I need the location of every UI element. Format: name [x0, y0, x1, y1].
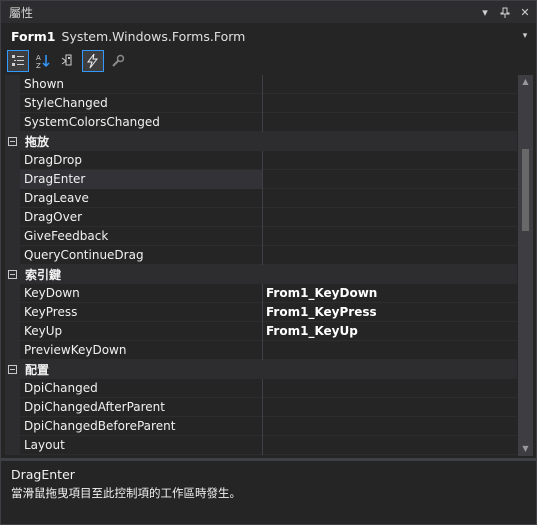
property-value[interactable]: From1_KeyUp [263, 322, 517, 341]
property-pages-button[interactable] [107, 50, 129, 72]
object-selector[interactable]: Form1 System.Windows.Forms.Form ▾ [5, 25, 532, 47]
property-name: DpiChanged [20, 378, 263, 398]
category-label: 索引鍵 [25, 268, 62, 282]
properties-toolbar: A Z [7, 49, 129, 73]
property-row[interactable]: KeyPress From1_KeyPress [5, 302, 517, 322]
property-name: DpiChangedAfterParent [20, 397, 263, 417]
property-name: Layout [20, 435, 263, 455]
vertical-scrollbar[interactable]: ▲ ▼ [518, 75, 533, 456]
description-panel: DragEnter 當滑鼠拖曳項目至此控制項的工作區時發生。 [1, 461, 536, 524]
collapse-icon[interactable] [5, 365, 20, 374]
alphabetical-icon: A Z [36, 54, 50, 69]
property-value[interactable] [263, 227, 517, 246]
lightning-icon [87, 53, 99, 69]
property-name: KeyDown [20, 283, 263, 303]
property-value[interactable]: From1_KeyDown [263, 284, 517, 303]
property-value[interactable] [263, 341, 517, 360]
property-name: DpiChangedBeforeParent [20, 416, 263, 436]
window-options-dropdown-icon[interactable]: ▾ [476, 3, 494, 21]
properties-icon [61, 54, 72, 66]
property-name: DragLeave [20, 188, 263, 208]
svg-text:A: A [36, 54, 41, 62]
object-type: System.Windows.Forms.Form [61, 28, 246, 44]
object-name: Form1 [11, 28, 56, 44]
property-row[interactable]: QueryContinueDrag [5, 245, 517, 265]
scroll-thumb[interactable] [522, 149, 529, 231]
category-label: 配置 [25, 363, 50, 377]
collapse-icon[interactable] [5, 137, 20, 146]
property-value[interactable] [263, 94, 517, 113]
svg-text:Z: Z [36, 62, 41, 69]
property-row[interactable]: DragDrop [5, 150, 517, 170]
property-name: StyleChanged [20, 93, 263, 113]
property-value[interactable]: From1_KeyPress [263, 303, 517, 322]
property-grid: Shown StyleChanged SystemColorsChanged 拖… [5, 75, 517, 456]
property-value[interactable] [263, 436, 517, 455]
category-header-key[interactable]: 索引鍵 [5, 265, 517, 284]
alphabetical-button[interactable]: A Z [32, 50, 54, 72]
property-value[interactable] [263, 75, 517, 94]
close-icon[interactable]: ✕ [516, 3, 534, 21]
property-value[interactable] [263, 398, 517, 417]
scroll-up-icon[interactable]: ▲ [518, 75, 533, 89]
category-header-layout[interactable]: 配置 [5, 360, 517, 379]
property-row[interactable]: SystemColorsChanged [5, 112, 517, 132]
property-row[interactable]: DragLeave [5, 188, 517, 208]
description-text: 當滑鼠拖曳項目至此控制項的工作區時發生。 [11, 486, 241, 500]
wrench-icon [112, 54, 125, 67]
property-row[interactable]: Layout [5, 435, 517, 455]
property-row[interactable]: KeyUp From1_KeyUp [5, 321, 517, 341]
properties-button[interactable] [57, 50, 79, 72]
property-value[interactable] [263, 208, 517, 227]
description-title: DragEnter [11, 467, 75, 482]
property-name: GiveFeedback [20, 226, 263, 246]
collapse-icon[interactable] [5, 270, 20, 279]
pin-icon[interactable] [496, 3, 514, 21]
property-row[interactable]: GiveFeedback [5, 226, 517, 246]
title-bar: 屬性 ▾ ✕ [1, 1, 536, 23]
property-name: Shown [20, 75, 263, 94]
property-row[interactable]: DpiChangedAfterParent [5, 397, 517, 417]
property-name: DragOver [20, 207, 263, 227]
scroll-down-icon[interactable]: ▼ [518, 442, 533, 456]
property-name: KeyUp [20, 321, 263, 341]
property-value[interactable] [263, 417, 517, 436]
category-label: 拖放 [25, 135, 50, 149]
chevron-down-icon[interactable]: ▾ [518, 31, 532, 41]
properties-window: 屬性 ▾ ✕ Form1 System.Windows.Forms.Form ▾… [0, 0, 537, 525]
categorized-icon [12, 55, 24, 66]
property-name: KeyPress [20, 302, 263, 322]
category-header-dragdrop[interactable]: 拖放 [5, 132, 517, 151]
property-row-selected[interactable]: DragEnter [5, 169, 517, 189]
property-value[interactable] [263, 189, 517, 208]
events-button[interactable] [82, 50, 104, 72]
property-row[interactable]: StyleChanged [5, 93, 517, 113]
property-value[interactable] [263, 113, 517, 132]
property-value[interactable] [263, 379, 517, 398]
property-name: SystemColorsChanged [20, 112, 263, 132]
property-name: DragDrop [20, 150, 263, 170]
property-value[interactable] [263, 170, 517, 189]
property-row[interactable]: KeyDown From1_KeyDown [5, 283, 517, 303]
window-title: 屬性 [9, 5, 34, 20]
property-row[interactable]: PreviewKeyDown [5, 340, 517, 360]
property-row[interactable]: DpiChangedBeforeParent [5, 416, 517, 436]
property-row[interactable]: DragOver [5, 207, 517, 227]
categorized-button[interactable] [7, 50, 29, 72]
property-value[interactable] [263, 246, 517, 265]
property-value[interactable] [263, 151, 517, 170]
property-name: QueryContinueDrag [20, 245, 263, 265]
property-name: PreviewKeyDown [20, 340, 263, 360]
property-name: DragEnter [20, 169, 263, 189]
property-row[interactable]: DpiChanged [5, 378, 517, 398]
property-row[interactable]: Shown [5, 75, 517, 94]
